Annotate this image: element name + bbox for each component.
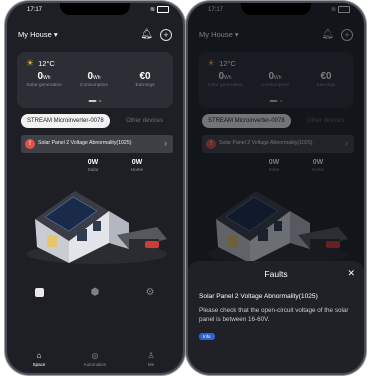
bottom-tab-bar: ⌂ Space ◎ Automation ♙ Me: [7, 345, 183, 373]
tab-automation[interactable]: ◎ Automation: [75, 351, 115, 367]
weather: ☀ 12°C: [26, 58, 55, 69]
battery-icon: [157, 6, 169, 13]
bell-icon[interactable]: 🔔︎: [140, 29, 153, 40]
device-tab-active[interactable]: STREAM Microinverter-0078: [21, 114, 110, 128]
wifi-icon: ≋: [149, 7, 155, 13]
phone-screen-faults: 17:17 ≋ My House ▾ 🔔︎ + ☀ 12°C 0Wh Solar…: [188, 3, 364, 373]
tab-space[interactable]: ⌂ Space: [19, 351, 59, 367]
page-indicator: [88, 100, 102, 102]
notch: [60, 3, 130, 15]
sun-icon: ☀: [26, 58, 35, 68]
phone-screen-home: 17:17 ≋ My House ▾ 🔔︎ + ☀ 12°C 0Wh Solar…: [7, 3, 183, 373]
stats-icon[interactable]: [32, 286, 46, 300]
caret-down-icon: ▾: [53, 30, 58, 39]
home-icon: ⌂: [36, 351, 42, 360]
section-switcher: ⬢ ⚙: [7, 286, 183, 302]
app-header: My House ▾ 🔔︎ +: [18, 29, 172, 44]
settings-icon[interactable]: ⚙: [143, 286, 157, 300]
metric-consumption: 0Wh Consumption: [79, 71, 109, 88]
user-icon: ♙: [147, 351, 155, 360]
house-selector[interactable]: My House ▾: [18, 30, 58, 39]
close-icon[interactable]: ✕: [347, 268, 355, 279]
add-icon[interactable]: +: [160, 29, 172, 41]
temperature: 12°C: [38, 59, 55, 68]
device-icon[interactable]: ⬢: [88, 286, 102, 300]
device-tab-other[interactable]: Other devices: [126, 114, 163, 128]
house-illustration: [27, 191, 167, 264]
house-label: My House: [18, 30, 52, 39]
fault-alert-banner[interactable]: ! Solar Panel 2 Voltage Abnormality(1025…: [21, 135, 173, 153]
device-tabs: STREAM Microinverter-0078 Other devices: [21, 114, 173, 128]
severity-badge: Info: [199, 333, 215, 340]
sheet-title: Faults: [264, 269, 288, 279]
status-time: 17:17: [27, 7, 43, 13]
fault-name: Solar Panel 2 Voltage Abnormality(1025): [199, 293, 318, 300]
fault-description: Please check that the open-circuit volta…: [199, 307, 349, 323]
tab-me[interactable]: ♙ Me: [131, 351, 171, 367]
alert-text: Solar Panel 2 Voltage Abnormality(1025): [38, 140, 132, 146]
warning-icon: !: [25, 139, 35, 149]
automation-icon: ◎: [91, 351, 99, 360]
summary-card: ☀ 12°C 0Wh Solar generation 0Wh Consumpt…: [17, 52, 173, 108]
metric-earnings: €0 Earnings: [135, 71, 155, 88]
metric-solar-generation: 0Wh Solar generation: [26, 71, 62, 88]
notch: [241, 3, 311, 15]
chevron-right-icon: ›: [164, 138, 167, 148]
faults-sheet: Faults ✕ Solar Panel 2 Voltage Abnormali…: [188, 261, 364, 373]
